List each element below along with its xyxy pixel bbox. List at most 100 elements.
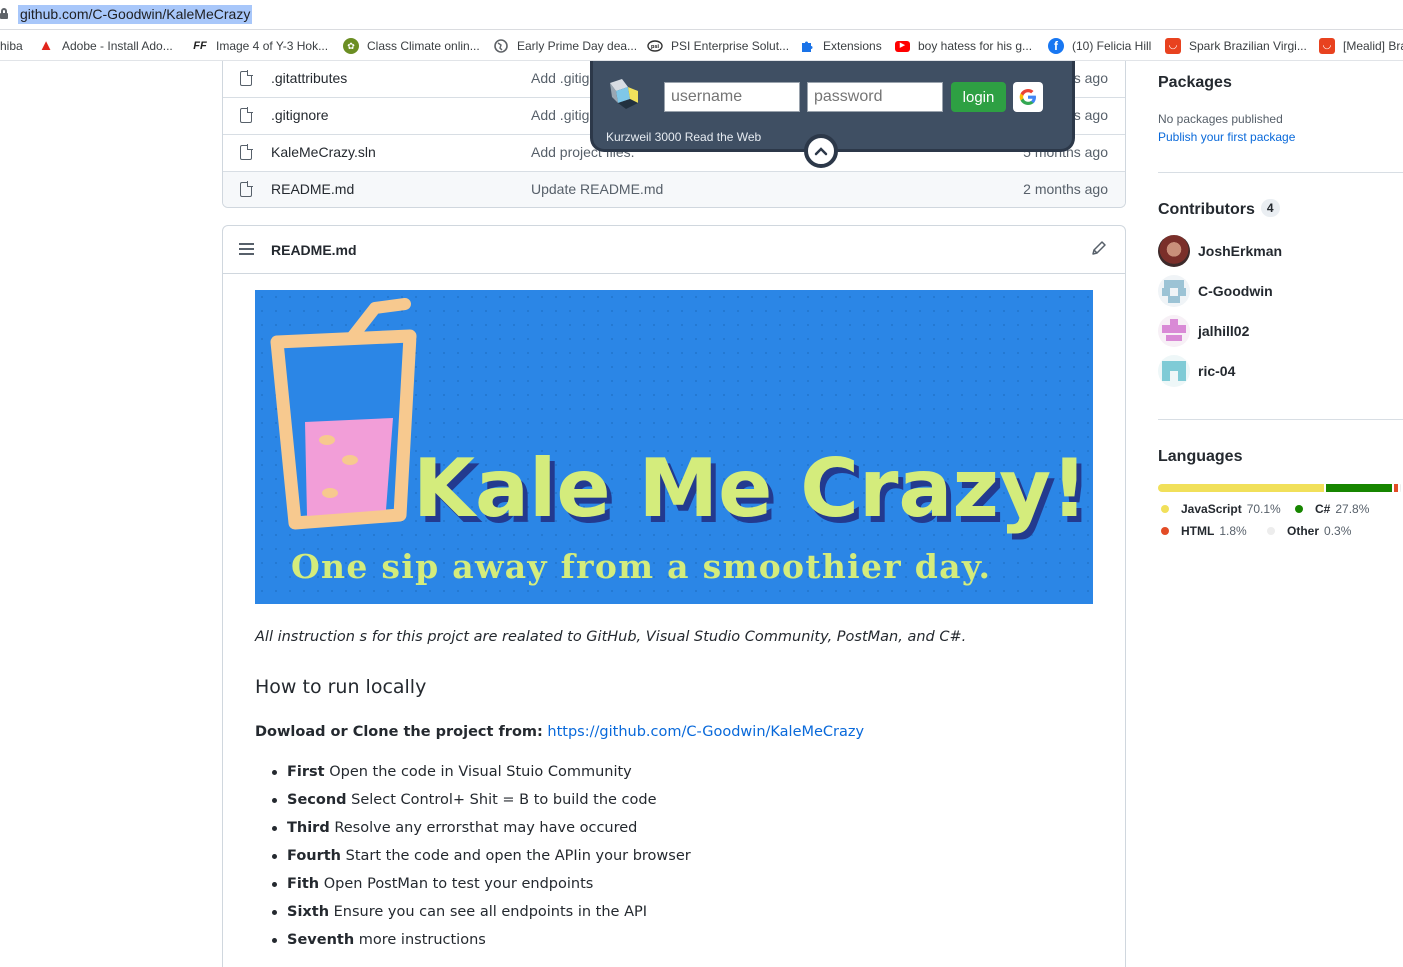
publish-package-link[interactable]: Publish your first package: [1158, 130, 1295, 144]
shop-icon: ◡: [1165, 38, 1181, 54]
class-climate-icon: ✿: [343, 38, 359, 54]
bookmark-item[interactable]: ◡ Spark Brazilian Virgi...: [1165, 37, 1307, 55]
file-icon: [240, 181, 253, 197]
address-bar[interactable]: github.com/C-Goodwin/KaleMeCrazy: [0, 0, 1403, 30]
file-name[interactable]: .gitattributes: [271, 70, 347, 86]
url-text[interactable]: github.com/C-Goodwin/KaleMeCrazy: [18, 5, 253, 24]
commit-age: s ago: [1073, 70, 1108, 86]
login-button[interactable]: login: [951, 82, 1006, 112]
bookmark-item[interactable]: FF Image 4 of Y-3 Hok...: [192, 37, 328, 55]
contributor-name[interactable]: jalhill02: [1198, 323, 1249, 339]
language-color-dot: [1161, 527, 1169, 535]
contributor-item[interactable]: C-Goodwin: [1158, 275, 1273, 307]
avatar[interactable]: [1158, 315, 1190, 347]
avatar[interactable]: [1158, 235, 1190, 267]
language-bar-segment[interactable]: [1400, 484, 1401, 492]
language-color-dot: [1161, 505, 1169, 513]
username-input[interactable]: [664, 82, 800, 112]
language-name: JavaScript: [1181, 502, 1242, 516]
psi-icon: psi: [647, 38, 663, 54]
file-name[interactable]: KaleMeCrazy.sln: [271, 144, 376, 160]
chevron-up-icon: [814, 146, 828, 155]
download-label: Dowload or Clone the project from:: [255, 724, 543, 740]
language-item[interactable]: JavaScript 70.1%: [1161, 502, 1281, 516]
commit-age: 2 months ago: [1023, 181, 1108, 197]
bookmark-item[interactable]: ▲ Adobe - Install Ado...: [38, 37, 173, 55]
contributor-item[interactable]: jalhill02: [1158, 315, 1249, 347]
youtube-icon: ▶: [895, 40, 910, 52]
avatar[interactable]: [1158, 275, 1190, 307]
readme-filename[interactable]: README.md: [271, 242, 357, 258]
svg-text:psi: psi: [651, 44, 660, 50]
commit-message[interactable]: Add .gitig: [531, 107, 589, 123]
google-signin-button[interactable]: [1013, 82, 1043, 112]
bookmark-label: Extensions: [823, 39, 882, 53]
language-percent: 1.8%: [1219, 524, 1247, 538]
languages-title: Languages: [1158, 448, 1243, 465]
file-name[interactable]: .gitignore: [271, 107, 329, 123]
popup-caption: Kurzweil 3000 Read the Web: [606, 130, 762, 144]
contributor-item[interactable]: JoshErkman: [1158, 235, 1282, 267]
contributors-heading[interactable]: Contributors 4: [1158, 199, 1280, 219]
puzzle-icon: [799, 38, 815, 54]
divider: [1158, 419, 1403, 420]
bookmark-item[interactable]: psi PSI Enterprise Solut...: [647, 37, 789, 55]
bookmark-item[interactable]: hiba: [0, 37, 23, 55]
language-percent: 0.3%: [1324, 524, 1352, 538]
steps-list: First Open the code in Visual Stuio Comm…: [269, 762, 691, 958]
bookmark-item[interactable]: ✿ Class Climate onlin...: [343, 37, 480, 55]
no-packages-text: No packages published: [1158, 112, 1283, 126]
language-bar-segment[interactable]: [1326, 484, 1393, 492]
lock-icon[interactable]: [0, 8, 8, 19]
shop-icon: ◡: [1319, 38, 1335, 54]
bookmark-label: Spark Brazilian Virgi...: [1189, 39, 1307, 53]
bookmark-label: hiba: [0, 39, 23, 53]
bookmark-item[interactable]: ◡ [Mealid] Bra: [1319, 37, 1403, 55]
list-item: First Open the code in Visual Stuio Comm…: [269, 762, 691, 790]
language-bar-segment[interactable]: [1394, 484, 1399, 492]
bookmark-item[interactable]: Early Prime Day dea...: [493, 37, 637, 55]
outline-list-icon[interactable]: [239, 243, 255, 255]
file-icon: [240, 144, 253, 160]
intro-text: All instruction s for this projct are re…: [255, 629, 967, 645]
bookmark-item[interactable]: f (10) Felicia Hill: [1048, 37, 1151, 55]
contributor-item[interactable]: ric-04: [1158, 355, 1235, 387]
bookmark-item[interactable]: ▶ boy hatess for his g...: [895, 37, 1032, 55]
list-item: Third Resolve any errorsthat may have oc…: [269, 818, 691, 846]
language-item[interactable]: Other 0.3%: [1267, 524, 1351, 538]
language-color-dot: [1295, 505, 1303, 513]
contributor-name[interactable]: C-Goodwin: [1198, 283, 1273, 299]
file-row[interactable]: README.md Update README.md 2 months ago: [223, 171, 1125, 207]
language-item[interactable]: HTML 1.8%: [1161, 524, 1247, 538]
kurzweil-logo-icon: [606, 77, 642, 113]
commit-message[interactable]: Add .gitig: [531, 70, 589, 86]
language-bar-segment[interactable]: [1158, 484, 1325, 492]
readme-panel: README.md Kale Me Crazy! Kale Me Crazy! …: [222, 225, 1126, 967]
language-bar[interactable]: [1158, 484, 1403, 492]
avatar[interactable]: [1158, 355, 1190, 387]
list-item: Fith Open PostMan to test your endpoints: [269, 874, 691, 902]
pencil-icon[interactable]: [1091, 240, 1107, 256]
contributor-name[interactable]: ric-04: [1198, 363, 1235, 379]
file-name[interactable]: README.md: [271, 181, 354, 197]
smoothie-cup-illustration: Kale Me Crazy! Kale Me Crazy! One sip aw…: [255, 290, 1093, 604]
contributors-title: Contributors: [1158, 201, 1255, 218]
packages-title[interactable]: Packages: [1158, 74, 1232, 92]
bookmark-label: (10) Felicia Hill: [1072, 39, 1152, 53]
password-input[interactable]: [807, 82, 943, 112]
bookmark-item[interactable]: Extensions: [799, 37, 882, 55]
download-line: Dowload or Clone the project from: https…: [255, 724, 864, 740]
repo-link[interactable]: https://github.com/C-Goodwin/KaleMeCrazy: [547, 724, 864, 740]
readme-header: README.md: [223, 226, 1125, 274]
list-item: Fourth Start the code and open the APIin…: [269, 846, 691, 874]
bookmark-label: boy hatess for his g...: [918, 39, 1033, 53]
language-item[interactable]: C# 27.8%: [1295, 502, 1369, 516]
commit-message[interactable]: Update README.md: [531, 181, 663, 197]
screen: github.com/C-Goodwin/KaleMeCrazy hiba ▲ …: [0, 0, 1403, 967]
list-item: Second Select Control+ Shit = B to build…: [269, 790, 691, 818]
contributor-name[interactable]: JoshErkman: [1198, 243, 1282, 259]
list-item: Seventh more instructions: [269, 930, 691, 958]
section-heading: How to run locally: [255, 676, 427, 698]
collapse-toggle-button[interactable]: [804, 134, 838, 168]
divider: [1158, 172, 1403, 173]
